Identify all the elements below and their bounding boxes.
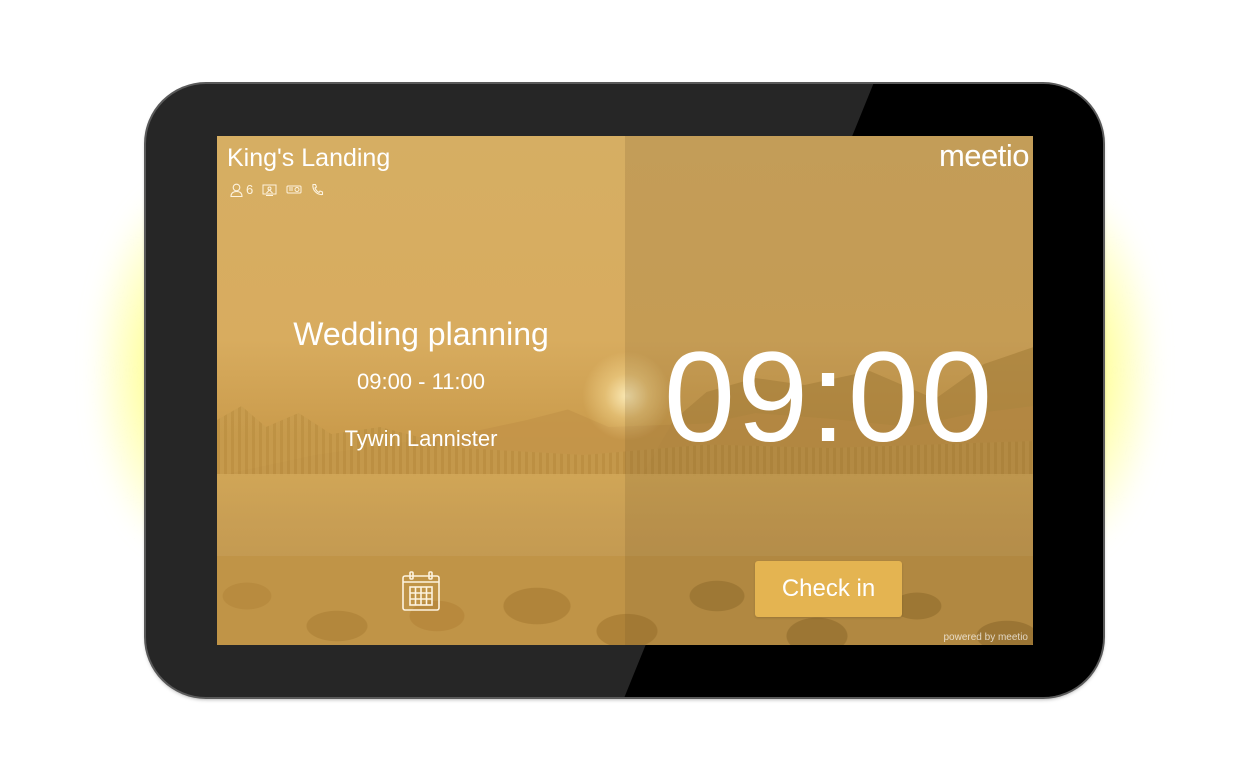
room-amenities: 6 (230, 182, 324, 197)
meeting-organizer: Tywin Lannister (344, 426, 498, 451)
calendar-button[interactable] (401, 570, 441, 612)
meeting-title: Wedding planning (293, 316, 549, 352)
check-in-button[interactable]: Check in (755, 561, 902, 617)
meeting-time-range: 09:00 - 11:00 (356, 369, 486, 394)
person-icon (230, 183, 243, 197)
current-time-clock: 09:00 (663, 326, 995, 469)
powered-by-label: powered by meetio (943, 632, 1029, 643)
display-amenity (262, 184, 277, 196)
current-meeting: Wedding planning 09:00 - 11:00 Tywin Lan… (217, 316, 625, 452)
projector-amenity (286, 184, 302, 195)
meetio-logo: meetio (938, 138, 1030, 173)
projector-icon (286, 184, 302, 195)
phone-amenity (311, 183, 324, 196)
room-display-screen: King's Landing 6 meetio Wedding planning… (217, 136, 1033, 645)
capacity-count: 6 (246, 182, 254, 197)
phone-icon (311, 183, 324, 196)
room-name: King's Landing (227, 144, 391, 172)
capacity-amenity: 6 (230, 182, 253, 197)
calendar-icon (401, 571, 441, 616)
display-icon (262, 184, 277, 196)
